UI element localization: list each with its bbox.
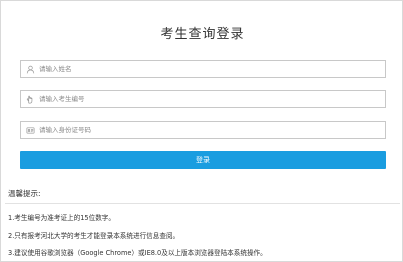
name-input[interactable]: [39, 61, 385, 77]
tip-item: 2.只有报考河北大学的考生才能登录本系统进行信息查阅。: [8, 232, 180, 240]
tip-item: 3.建议使用谷歌浏览器（Google Chrome）或IE8.0及以上版本浏览器…: [8, 249, 267, 257]
id-card-input[interactable]: [39, 122, 385, 138]
exam-number-input[interactable]: [39, 91, 385, 107]
name-field[interactable]: [20, 60, 386, 78]
tip-item: 1.考生编号为准考证上的15位数字。: [8, 214, 115, 222]
tips-title: 温馨提示:: [8, 189, 41, 198]
page-title: 考生查询登录: [160, 27, 245, 42]
user-icon: [21, 61, 39, 77]
id-card-field[interactable]: [20, 121, 386, 139]
login-button[interactable]: 登录: [20, 151, 386, 169]
id-card-icon: [21, 122, 39, 138]
exam-number-field[interactable]: [20, 90, 386, 108]
tips-divider: [5, 203, 400, 204]
login-panel: 考生查询登录 登录 温馨提示: 1.: [0, 0, 403, 262]
hand-icon: [21, 91, 39, 107]
